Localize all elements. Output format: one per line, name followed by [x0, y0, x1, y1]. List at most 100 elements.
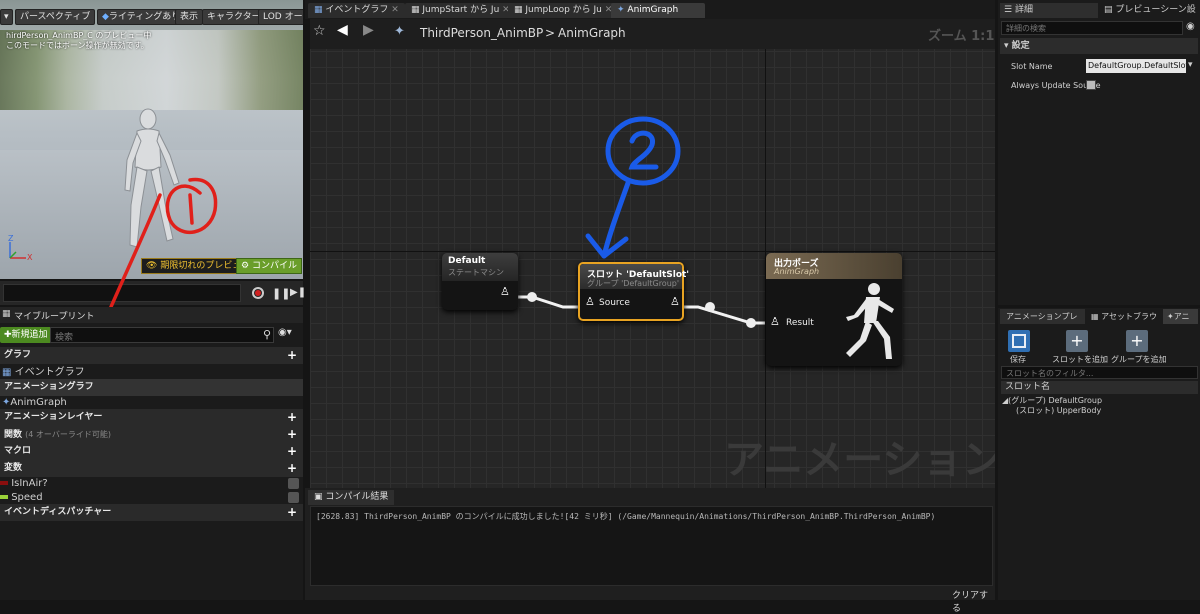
add-variable-icon[interactable]: +: [287, 462, 297, 474]
node-default-state-machine[interactable]: Default ステートマシン ♙: [442, 253, 518, 310]
lod-label: LOD オート: [263, 12, 303, 22]
save-label[interactable]: 保存: [1010, 354, 1026, 365]
running-pose-icon: [846, 283, 894, 359]
transition-icon: ▦: [411, 5, 420, 15]
eye-icon[interactable]: ◉: [1186, 21, 1195, 32]
tab-jumploop-label: JumpLoop から Ju: [525, 5, 602, 15]
section-macros[interactable]: マクロ +: [0, 443, 303, 460]
slot-list-header: スロット名: [1001, 381, 1198, 394]
compiler-results-tab[interactable]: ▣ コンパイル結果: [308, 490, 395, 505]
save-icon[interactable]: [1008, 330, 1030, 352]
section-variables-label: 変数: [4, 463, 23, 473]
pose-pin-icon[interactable]: ♙: [500, 285, 510, 298]
my-blueprint-tab[interactable]: ▦ マイブループリント: [0, 307, 303, 323]
add-slot-label[interactable]: スロットを追加: [1052, 354, 1108, 365]
chevron-down-icon[interactable]: ▾: [1188, 60, 1193, 70]
visibility-icon[interactable]: [288, 492, 299, 503]
section-dispatchers[interactable]: イベントディスパッチャー +: [0, 504, 303, 521]
anim-graph-canvas[interactable]: ☆ ◀ ▶ ✦ ThirdPerson_AnimBP > AnimGraph ズ…: [310, 19, 995, 488]
tab-asset-browser[interactable]: ▦ アセットブラウ: [1087, 309, 1161, 324]
details-tab[interactable]: ☰ 詳細: [1000, 3, 1098, 18]
add-graph-icon[interactable]: +: [287, 349, 297, 361]
functions-note: (4 オーバーライド可能): [25, 430, 111, 439]
slot-icon: ✦: [1167, 312, 1174, 321]
tab-asset-browser-label: アセットブラウ: [1101, 312, 1157, 321]
slot-filter-input[interactable]: スロット名のフィルタ...: [1001, 366, 1198, 379]
add-new-label: 新規追加: [11, 330, 48, 340]
add-icon: ✚: [4, 330, 12, 340]
character-button[interactable]: キャラクター: [202, 9, 266, 25]
step-button[interactable]: ▶❚: [290, 287, 306, 298]
section-functions-label: 関数: [4, 430, 23, 440]
axis-z-label: Z: [8, 234, 14, 243]
add-macro-icon[interactable]: +: [287, 445, 297, 457]
float-type-icon: [0, 495, 8, 499]
add-function-icon[interactable]: +: [287, 428, 297, 440]
anim-slot-manager-panel: アニメーションプレ ▦ アセットブラウ ✦アニ 保存 + スロットを追加 + グ…: [998, 308, 1200, 600]
section-functions[interactable]: 関数 (4 オーバーライド可能) +: [0, 426, 303, 443]
show-button[interactable]: 表示: [175, 9, 204, 25]
section-anim-layer[interactable]: アニメーションレイヤー +: [0, 409, 303, 426]
close-icon[interactable]: ✕: [391, 5, 399, 15]
visibility-icon[interactable]: [288, 478, 299, 489]
perspective-button[interactable]: パースペクティブ: [15, 9, 96, 25]
blueprint-icon: ▦: [2, 309, 11, 319]
node-output-pin-label: Result: [786, 318, 814, 328]
anim-graph-label: AnimGraph: [10, 397, 67, 408]
preview-scene-icon: ▤: [1104, 5, 1113, 15]
viewport-info: hirdPerson_AnimBP_C のプレビュー中 このモードではボーン操作…: [6, 31, 151, 51]
add-group-label[interactable]: グループを追加: [1111, 354, 1167, 365]
tab-event-graph-label: イベントグラフ: [325, 5, 389, 15]
tab-animgraph[interactable]: ✦ AnimGraph: [611, 3, 705, 18]
variable-isinair-label: IsInAir?: [11, 478, 48, 489]
anim-graph-icon: ✦: [617, 5, 625, 15]
tab-anim-preview[interactable]: アニメーションプレ: [1000, 309, 1085, 324]
node-default-title: Default: [448, 256, 486, 266]
viewport-info-line2: このモードではボーン操作が無効です。: [6, 41, 149, 50]
tab-jumpstart-label: JumpStart から Ju: [422, 5, 500, 15]
preview-scene-tab[interactable]: ▤ プレビューシーン設: [1100, 3, 1198, 18]
lod-button[interactable]: LOD オート: [258, 9, 303, 25]
tab-jumploop[interactable]: ▦ JumpLoop から Ju ✕: [508, 3, 619, 18]
add-dispatcher-icon[interactable]: +: [287, 506, 297, 518]
slot-list-header-label: スロット名: [1005, 382, 1051, 392]
pose-pin-icon[interactable]: ♙: [670, 295, 680, 308]
details-search-input[interactable]: 詳細の検索: [1001, 21, 1183, 35]
search-icon: ⚲: [262, 328, 271, 341]
section-dispatchers-label: イベントディスパッチャー: [4, 507, 112, 517]
viewport-info-line1: hirdPerson_AnimBP_C のプレビュー中: [6, 31, 152, 40]
compiler-results-tab-label: コンパイル結果: [325, 492, 389, 502]
variable-speed-label: Speed: [11, 492, 43, 503]
viewport-menu-button[interactable]: ▾: [0, 9, 13, 25]
compiler-log[interactable]: [2628.83] ThirdPerson_AnimBP のコンパイルに成功しま…: [310, 506, 993, 586]
axis-gizmo: Z X: [6, 234, 36, 262]
add-slot-icon[interactable]: +: [1066, 330, 1088, 352]
asset-icon: ▦: [1091, 312, 1099, 321]
collapse-icon: ▾: [1004, 41, 1009, 51]
slot-item[interactable]: (スロット) UpperBody: [1016, 405, 1101, 416]
source-pin-icon[interactable]: ♙: [585, 295, 595, 308]
section-settings[interactable]: ▾ 設定: [1000, 38, 1198, 54]
graph-icon: ▦: [314, 5, 323, 15]
view-options-button[interactable]: ◉▾: [278, 327, 292, 338]
pause-button[interactable]: ❚❚: [272, 287, 290, 300]
show-label: 表示: [180, 12, 199, 22]
document-tab-bar: ▦ イベントグラフ ✕ ▦ JumpStart から Ju ✕ ▦ JumpLo…: [305, 0, 995, 19]
clear-button[interactable]: クリアする: [952, 588, 995, 614]
tab-anim-slots[interactable]: ✦アニ: [1163, 309, 1198, 324]
blueprint-search-input[interactable]: 検索 ⚲: [50, 327, 274, 343]
section-graph[interactable]: グラフ +: [0, 347, 303, 364]
preview-scene-tab-label: プレビューシーン設: [1115, 5, 1196, 15]
result-pin-icon[interactable]: ♙: [770, 315, 780, 328]
add-layer-icon[interactable]: +: [287, 411, 297, 423]
node-output-pose[interactable]: 出力ポーズ AnimGraph ♙ Result: [766, 253, 902, 366]
slot-name-dropdown[interactable]: DefaultGroup.DefaultSlot: [1086, 59, 1186, 73]
wire-default-to-slot: [517, 295, 578, 309]
compiler-log-message: [2628.83] ThirdPerson_AnimBP のコンパイルに成功しま…: [316, 512, 936, 521]
always-update-checkbox[interactable]: [1086, 80, 1096, 90]
lighting-button[interactable]: ◆ライティングあり: [97, 9, 186, 25]
tab-jumpstart[interactable]: ▦ JumpStart から Ju ✕: [405, 3, 516, 18]
add-group-icon[interactable]: +: [1126, 330, 1148, 352]
details-search-placeholder: 詳細の検索: [1006, 24, 1046, 33]
tab-event-graph[interactable]: ▦ イベントグラフ ✕: [308, 3, 405, 18]
